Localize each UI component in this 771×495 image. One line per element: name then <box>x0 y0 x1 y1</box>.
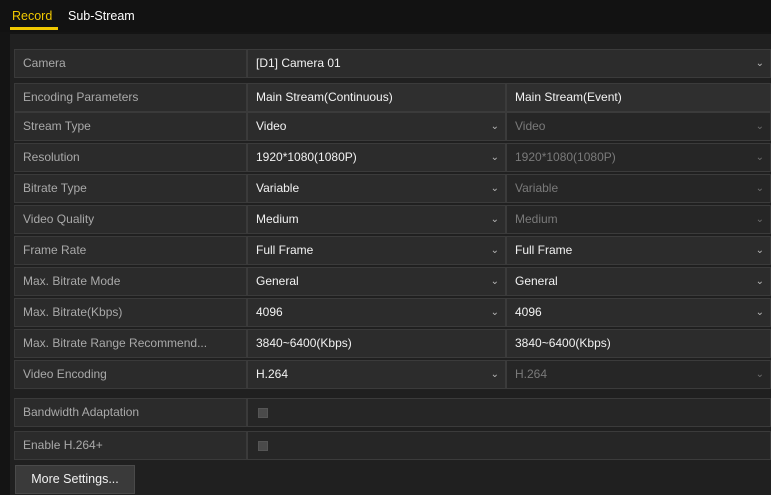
camera-value: [D1] Camera 01 <box>256 56 341 70</box>
settings-panel: Camera [D1] Camera 01 ⌄ Encoding Paramet… <box>10 34 771 495</box>
bitrate-range-event-value: 3840~6400(Kbps) <box>506 329 771 358</box>
stream-type-event-value: Video <box>515 119 546 133</box>
chevron-down-icon: ⌄ <box>490 152 499 163</box>
resolution-row: Resolution 1920*1080(1080P) ⌄ 1920*1080(… <box>10 143 771 172</box>
video-encoding-row: Video Encoding H.264 ⌄ H.264 ⌄ <box>10 360 771 389</box>
tab-sub-stream[interactable]: Sub-Stream <box>68 9 135 23</box>
max-bitrate-row: Max. Bitrate(Kbps) 4096 ⌄ 4096 ⌄ <box>10 298 771 327</box>
frame-rate-continuous-select[interactable]: Full Frame ⌄ <box>247 236 506 265</box>
bitrate-range-label: Max. Bitrate Range Recommend... <box>14 329 247 358</box>
stream-type-continuous-value: Video <box>256 119 287 133</box>
bitrate-type-event-select: Variable ⌄ <box>506 174 771 203</box>
chevron-down-icon: ⌄ <box>755 214 764 225</box>
enable-h264plus-row: Enable H.264+ <box>10 431 771 460</box>
video-encoding-event-select: H.264 ⌄ <box>506 360 771 389</box>
resolution-event-select: 1920*1080(1080P) ⌄ <box>506 143 771 172</box>
chevron-down-icon: ⌄ <box>755 58 764 69</box>
max-bitrate-event-value: 4096 <box>515 305 542 319</box>
max-bitrate-continuous-select[interactable]: 4096 ⌄ <box>247 298 506 327</box>
active-tab-indicator <box>10 27 58 30</box>
chevron-down-icon: ⌄ <box>490 214 499 225</box>
resolution-continuous-select[interactable]: 1920*1080(1080P) ⌄ <box>247 143 506 172</box>
frame-rate-label: Frame Rate <box>14 236 247 265</box>
enable-h264plus-checkbox[interactable] <box>258 441 268 451</box>
tab-record[interactable]: Record <box>12 9 52 23</box>
bitrate-type-continuous-select[interactable]: Variable ⌄ <box>247 174 506 203</box>
bitrate-type-continuous-value: Variable <box>256 181 300 195</box>
chevron-down-icon: ⌄ <box>490 369 499 380</box>
video-encoding-continuous-value: H.264 <box>256 367 289 381</box>
max-bitrate-mode-continuous-select[interactable]: General ⌄ <box>247 267 506 296</box>
max-bitrate-event-select[interactable]: 4096 ⌄ <box>506 298 771 327</box>
resolution-continuous-value: 1920*1080(1080P) <box>256 150 357 164</box>
bitrate-type-label: Bitrate Type <box>14 174 247 203</box>
enable-h264plus-label: Enable H.264+ <box>14 431 247 460</box>
video-quality-event-value: Medium <box>515 212 558 226</box>
chevron-down-icon: ⌄ <box>490 276 499 287</box>
resolution-event-value: 1920*1080(1080P) <box>515 150 616 164</box>
frame-rate-event-select[interactable]: Full Frame ⌄ <box>506 236 771 265</box>
frame-rate-row: Frame Rate Full Frame ⌄ Full Frame ⌄ <box>10 236 771 265</box>
bandwidth-adaptation-row: Bandwidth Adaptation <box>10 398 771 427</box>
camera-select[interactable]: [D1] Camera 01 ⌄ <box>247 49 771 78</box>
chevron-down-icon: ⌄ <box>490 245 499 256</box>
stream-type-label: Stream Type <box>14 112 247 141</box>
video-encoding-label: Video Encoding <box>14 360 247 389</box>
camera-label: Camera <box>14 49 247 78</box>
bitrate-range-row: Max. Bitrate Range Recommend... 3840~640… <box>10 329 771 358</box>
stream-type-continuous-select[interactable]: Video ⌄ <box>247 112 506 141</box>
bandwidth-adaptation-checkbox[interactable] <box>258 408 268 418</box>
camera-row: Camera [D1] Camera 01 ⌄ <box>10 49 771 78</box>
video-quality-label: Video Quality <box>14 205 247 234</box>
stream-type-event-select: Video ⌄ <box>506 112 771 141</box>
max-bitrate-mode-event-value: General <box>515 274 558 288</box>
max-bitrate-mode-continuous-value: General <box>256 274 299 288</box>
chevron-down-icon: ⌄ <box>755 152 764 163</box>
max-bitrate-continuous-value: 4096 <box>256 305 283 319</box>
tab-bar: Record Sub-Stream <box>0 0 771 32</box>
frame-rate-event-value: Full Frame <box>515 243 573 257</box>
chevron-down-icon: ⌄ <box>755 245 764 256</box>
main-stream-event-header: Main Stream(Event) <box>506 83 771 112</box>
enable-h264plus-cell <box>247 431 771 460</box>
resolution-label: Resolution <box>14 143 247 172</box>
bandwidth-adaptation-label: Bandwidth Adaptation <box>14 398 247 427</box>
video-quality-continuous-select[interactable]: Medium ⌄ <box>247 205 506 234</box>
chevron-down-icon: ⌄ <box>490 307 499 318</box>
video-quality-continuous-value: Medium <box>256 212 299 226</box>
encoding-parameters-row: Encoding Parameters Main Stream(Continuo… <box>10 83 771 112</box>
video-encoding-continuous-select[interactable]: H.264 ⌄ <box>247 360 506 389</box>
bitrate-type-row: Bitrate Type Variable ⌄ Variable ⌄ <box>10 174 771 203</box>
chevron-down-icon: ⌄ <box>490 121 499 132</box>
chevron-down-icon: ⌄ <box>755 183 764 194</box>
bitrate-type-event-value: Variable <box>515 181 559 195</box>
stream-type-row: Stream Type Video ⌄ Video ⌄ <box>10 112 771 141</box>
chevron-down-icon: ⌄ <box>755 369 764 380</box>
bandwidth-adaptation-cell <box>247 398 771 427</box>
main-stream-continuous-header: Main Stream(Continuous) <box>247 83 506 112</box>
max-bitrate-mode-row: Max. Bitrate Mode General ⌄ General ⌄ <box>10 267 771 296</box>
encoding-parameters-label: Encoding Parameters <box>14 83 247 112</box>
frame-rate-continuous-value: Full Frame <box>256 243 314 257</box>
bitrate-range-continuous-value: 3840~6400(Kbps) <box>247 329 506 358</box>
chevron-down-icon: ⌄ <box>755 307 764 318</box>
more-settings-button[interactable]: More Settings... <box>15 465 135 494</box>
video-quality-event-select: Medium ⌄ <box>506 205 771 234</box>
video-encoding-event-value: H.264 <box>515 367 548 381</box>
chevron-down-icon: ⌄ <box>490 183 499 194</box>
video-quality-row: Video Quality Medium ⌄ Medium ⌄ <box>10 205 771 234</box>
max-bitrate-label: Max. Bitrate(Kbps) <box>14 298 247 327</box>
chevron-down-icon: ⌄ <box>755 121 764 132</box>
max-bitrate-mode-event-select[interactable]: General ⌄ <box>506 267 771 296</box>
max-bitrate-mode-label: Max. Bitrate Mode <box>14 267 247 296</box>
chevron-down-icon: ⌄ <box>755 276 764 287</box>
